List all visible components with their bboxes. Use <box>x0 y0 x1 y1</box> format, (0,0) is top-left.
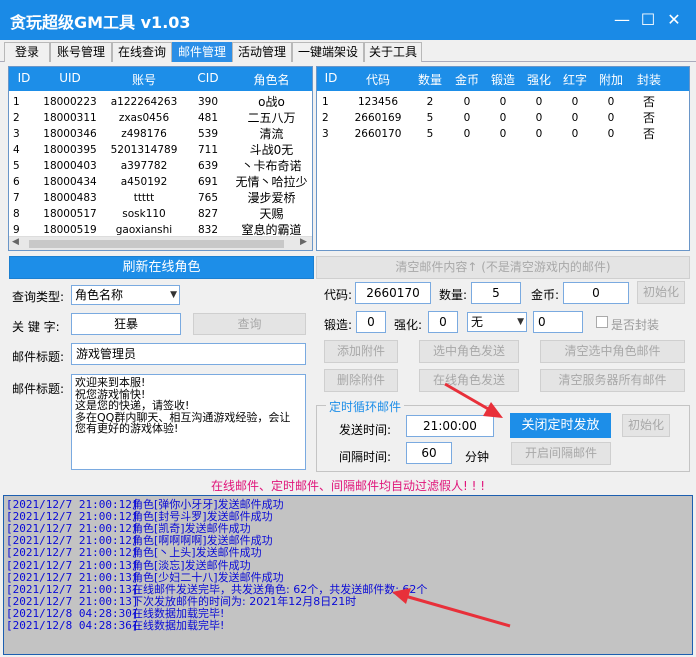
annotation-arrow-timer <box>444 382 503 418</box>
annotation-arrow-log <box>392 588 511 628</box>
annotation-overlay <box>392 382 511 628</box>
